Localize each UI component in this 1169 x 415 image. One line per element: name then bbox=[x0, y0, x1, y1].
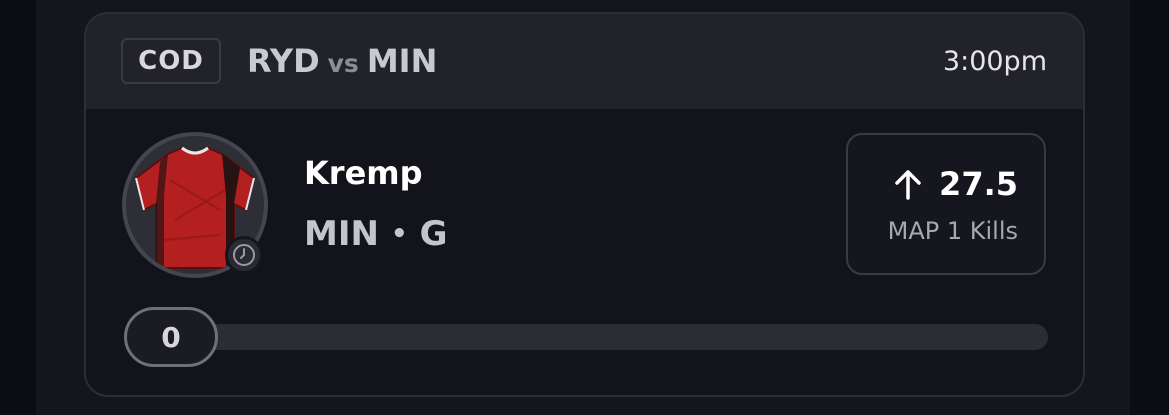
projection-line: 27.5 bbox=[893, 165, 1018, 203]
page: COD RYD vs MIN 3:00pm Kremp MIN • G 27.5… bbox=[0, 0, 1169, 415]
player-team: MIN bbox=[304, 214, 379, 254]
projection-value: 27.5 bbox=[939, 165, 1018, 203]
player-position: G bbox=[419, 214, 448, 254]
progress-track bbox=[124, 324, 1048, 350]
player-meta: MIN • G bbox=[304, 214, 448, 254]
versus-label: vs bbox=[327, 49, 359, 78]
projection-button[interactable]: 27.5 MAP 1 Kills bbox=[846, 133, 1046, 275]
projection-stat: MAP 1 Kills bbox=[887, 217, 1018, 245]
match-time: 3:00pm bbox=[942, 46, 1047, 77]
player-avatar-wrap[interactable] bbox=[122, 132, 268, 278]
player-name: Kremp bbox=[304, 154, 423, 192]
pick-card[interactable]: COD RYD vs MIN 3:00pm Kremp MIN • G 27.5… bbox=[84, 12, 1085, 397]
away-team: MIN bbox=[366, 42, 438, 80]
separator-dot: • bbox=[390, 219, 408, 249]
progress-count: 0 bbox=[124, 307, 218, 367]
home-team: RYD bbox=[247, 42, 320, 80]
clock-icon bbox=[225, 236, 263, 274]
matchup: RYD vs MIN bbox=[247, 42, 437, 80]
arrow-up-icon bbox=[895, 170, 921, 200]
league-badge: COD bbox=[121, 38, 221, 84]
card-header: COD RYD vs MIN 3:00pm bbox=[86, 14, 1083, 109]
